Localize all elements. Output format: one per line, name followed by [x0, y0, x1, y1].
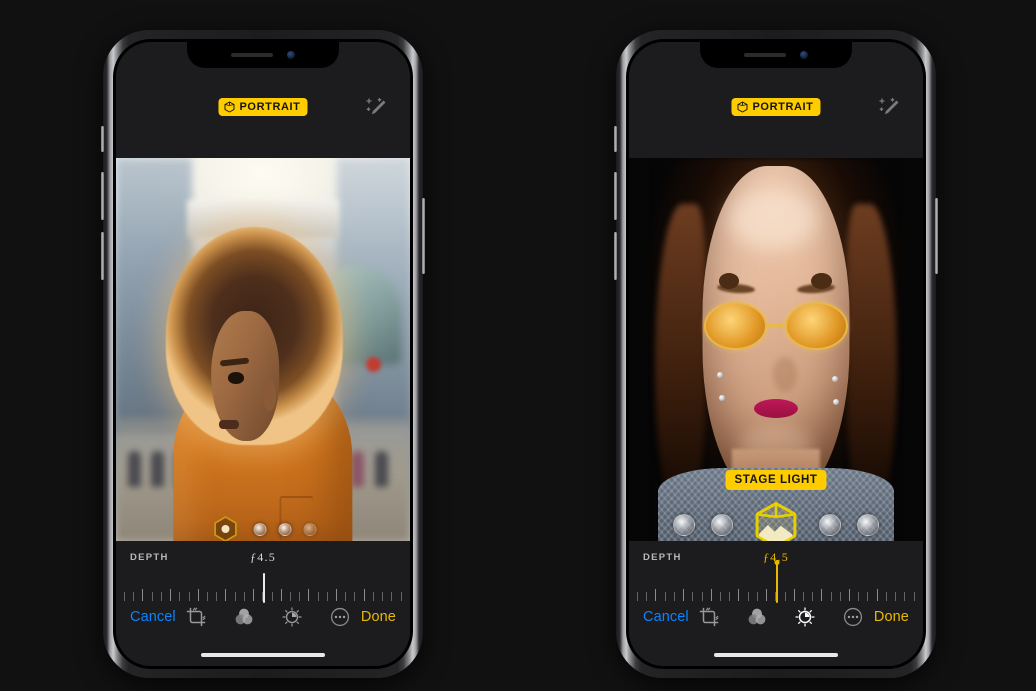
cube-icon — [737, 101, 748, 113]
portrait-badge-label: PORTRAIT — [752, 101, 814, 113]
front-camera-icon — [287, 51, 295, 59]
notch — [187, 42, 339, 68]
magic-wand-icon[interactable] — [364, 96, 388, 120]
lighting-effect-selected-right[interactable] — [749, 498, 803, 541]
silent-switch[interactable] — [614, 126, 617, 152]
lighting-effect-dot[interactable] — [278, 522, 292, 536]
lighting-effect-dot[interactable] — [253, 522, 267, 536]
photo-red-sign — [365, 357, 381, 373]
phone-screen-left: PORTRAIT DEPTH ƒ4.5 Cancel Done — [116, 42, 410, 666]
edit-panel-left: DEPTH ƒ4.5 Cancel Done — [116, 541, 410, 666]
crop-rotate-icon[interactable] — [698, 606, 720, 628]
portrait-mode-badge-left[interactable]: PORTRAIT — [218, 98, 308, 116]
depth-value-left: ƒ4.5 — [250, 550, 276, 564]
photo-subject-eye — [227, 372, 244, 384]
photo-forehead-highlight — [728, 188, 818, 250]
edit-tool-icons-right — [698, 606, 864, 628]
edit-tool-icons-left — [185, 606, 351, 628]
notch — [700, 42, 852, 68]
magic-wand-icon[interactable] — [877, 96, 901, 120]
photo-lens-left — [703, 301, 768, 350]
lighting-effect-dot[interactable] — [819, 514, 841, 536]
adjust-icon[interactable] — [794, 606, 816, 628]
volume-down-button[interactable] — [101, 232, 104, 280]
volume-down-button[interactable] — [614, 232, 617, 280]
lighting-effect-dot[interactable] — [857, 514, 879, 536]
photo-subject-lip — [218, 420, 240, 429]
portrait-photo-right[interactable]: STAGE LIGHT — [629, 158, 923, 541]
phone-screen-right: PORTRAIT STAGE LIGHT DEPTH ƒ4.5 Cancel D… — [629, 42, 923, 666]
power-button[interactable] — [935, 198, 938, 274]
adjust-icon[interactable] — [281, 606, 303, 628]
volume-up-button[interactable] — [614, 172, 617, 220]
done-button-right[interactable]: Done — [874, 609, 909, 625]
photo-hair-strand-left — [655, 203, 706, 511]
earpiece-speaker-icon — [231, 53, 273, 57]
more-options-icon[interactable] — [842, 606, 864, 628]
edit-toolbar-right: Cancel Done — [629, 602, 923, 632]
home-indicator-right[interactable] — [714, 652, 838, 657]
portrait-photo-left[interactable] — [116, 158, 410, 541]
lighting-effect-dot[interactable] — [711, 514, 733, 536]
photo-lens-right — [784, 301, 849, 350]
lighting-effect-picker-right[interactable] — [673, 498, 879, 541]
phone-right: PORTRAIT STAGE LIGHT DEPTH ƒ4.5 Cancel D… — [614, 30, 938, 678]
filters-icon[interactable] — [233, 606, 255, 628]
silent-switch[interactable] — [101, 126, 104, 152]
lighting-effect-picker-left[interactable] — [210, 513, 317, 541]
phone-left: PORTRAIT DEPTH ƒ4.5 Cancel Done — [101, 30, 425, 678]
depth-slider-needle-right[interactable] — [776, 563, 778, 603]
lighting-effect-dot[interactable] — [303, 522, 317, 536]
cube-icon — [224, 101, 235, 113]
photo-sunglasses — [703, 301, 849, 350]
photo-glasses-bridge — [767, 324, 785, 327]
edit-panel-right: DEPTH ƒ4.5 Cancel Done — [629, 541, 923, 666]
photo-lips — [753, 399, 799, 419]
photo-subject-ear — [263, 380, 277, 411]
depth-slider-needle-left[interactable] — [263, 573, 265, 603]
photo-eye-left — [718, 272, 740, 289]
edit-toolbar-left: Cancel Done — [116, 602, 410, 632]
filters-icon[interactable] — [746, 606, 768, 628]
stage-light-label: STAGE LIGHT — [734, 474, 818, 486]
depth-label-left: DEPTH — [130, 552, 169, 563]
volume-up-button[interactable] — [101, 172, 104, 220]
cancel-button-left[interactable]: Cancel — [130, 609, 176, 625]
screenshot-stage: PORTRAIT DEPTH ƒ4.5 Cancel Done PORTRAIT… — [0, 0, 1036, 691]
crop-rotate-icon[interactable] — [185, 606, 207, 628]
cancel-button-right[interactable]: Cancel — [643, 609, 689, 625]
depth-label-right: DEPTH — [643, 552, 682, 563]
done-button-left[interactable]: Done — [361, 609, 396, 625]
phone-bezel: PORTRAIT — [113, 39, 413, 669]
home-indicator-left[interactable] — [201, 652, 325, 657]
lighting-effect-selected-left[interactable] — [210, 513, 242, 541]
photo-nose — [773, 357, 797, 392]
lighting-effect-dot[interactable] — [673, 514, 695, 536]
more-options-icon[interactable] — [329, 606, 351, 628]
power-button[interactable] — [422, 198, 425, 274]
stage-light-badge[interactable]: STAGE LIGHT — [725, 470, 827, 490]
photo-eye-right — [811, 272, 832, 289]
portrait-badge-label: PORTRAIT — [239, 101, 301, 113]
earpiece-speaker-icon — [744, 53, 786, 57]
front-camera-icon — [800, 51, 808, 59]
phone-bezel: PORTRAIT — [626, 39, 926, 669]
depth-row-left: DEPTH ƒ4.5 — [116, 547, 410, 573]
portrait-mode-badge-right[interactable]: PORTRAIT — [731, 98, 821, 116]
